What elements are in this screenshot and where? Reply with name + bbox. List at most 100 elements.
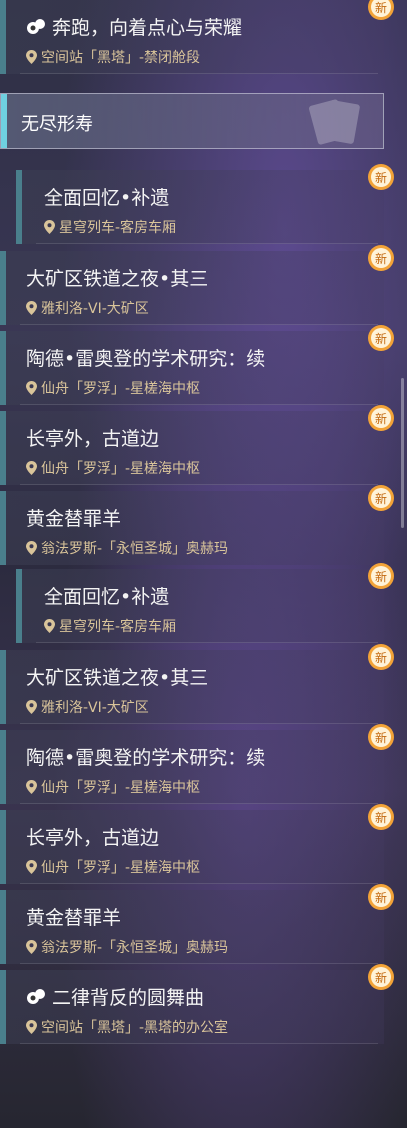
quest-location-row: 星穹列车-客房车厢 bbox=[44, 217, 176, 237]
category-accent-bar bbox=[1, 94, 7, 148]
quest-item[interactable]: 陶德•雷奥登的学术研究：续 仙舟「罗浮」-星槎海中枢 新 bbox=[0, 325, 394, 405]
quest-title-row: 全面回忆•补遗 bbox=[44, 183, 169, 210]
item-accent-bar bbox=[0, 650, 6, 724]
divider bbox=[20, 484, 378, 485]
quest-item[interactable]: 全面回忆•补遗 星穹列车-客房车厢 新 bbox=[16, 164, 394, 244]
quest-location: 雅利洛-VI-大矿区 bbox=[41, 301, 149, 317]
quest-location-row: 翁法罗斯-「永恒圣城」奥赫玛 bbox=[26, 937, 228, 957]
quest-location-row: 雅利洛-VI-大矿区 bbox=[26, 298, 149, 318]
divider bbox=[20, 803, 378, 804]
new-badge-icon: 新 bbox=[368, 724, 394, 750]
location-pin-icon bbox=[26, 301, 37, 315]
item-accent-bar bbox=[0, 890, 6, 964]
quest-location: 仙舟「罗浮」-星槎海中枢 bbox=[41, 780, 201, 796]
item-accent-bar bbox=[0, 251, 6, 325]
quest-title-row: 陶德•雷奥登的学术研究：续 bbox=[26, 344, 265, 371]
quest-location: 空间站「黑塔」-禁闭舱段 bbox=[41, 50, 201, 66]
svg-text:新: 新 bbox=[375, 331, 387, 346]
mission-icon bbox=[27, 988, 45, 1004]
quest-location-row: 仙舟「罗浮」-星槎海中枢 bbox=[26, 458, 200, 478]
quest-location-row: 空间站「黑塔」-禁闭舱段 bbox=[26, 47, 200, 67]
quest-title: 全面回忆•补遗 bbox=[44, 187, 170, 209]
location-pin-icon bbox=[26, 700, 37, 714]
quest-location: 空间站「黑塔」-黑塔的办公室 bbox=[41, 1020, 229, 1036]
quest-item[interactable]: 长亭外，古道边 仙舟「罗浮」-星槎海中枢 新 bbox=[0, 405, 394, 485]
quest-title: 长亭外，古道边 bbox=[26, 428, 160, 450]
svg-text:新: 新 bbox=[375, 170, 387, 185]
new-badge-icon: 新 bbox=[368, 325, 394, 351]
new-badge-icon: 新 bbox=[368, 164, 394, 190]
card-deco-icon bbox=[309, 99, 360, 145]
new-badge-icon: 新 bbox=[368, 245, 394, 271]
category-label: 无尽形寿 bbox=[21, 114, 93, 135]
quest-item[interactable]: 大矿区铁道之夜•其三 雅利洛-VI-大矿区 新 bbox=[0, 245, 394, 325]
quest-title: 二律背反的圆舞曲 bbox=[52, 987, 205, 1009]
svg-text:新: 新 bbox=[375, 251, 387, 266]
quest-location-row: 星穹列车-客房车厢 bbox=[44, 616, 176, 636]
category-header[interactable]: 无尽形寿 bbox=[0, 93, 384, 149]
location-pin-icon bbox=[26, 940, 37, 954]
quest-item[interactable]: 黄金替罪羊 翁法罗斯-「永恒圣城」奥赫玛 新 bbox=[0, 884, 394, 964]
quest-item[interactable]: 奔跑，向着点心与荣耀 空间站「黑塔」-禁闭舱段 新 bbox=[0, 0, 394, 74]
quest-title-row: 奔跑，向着点心与荣耀 bbox=[26, 13, 242, 40]
svg-text:新: 新 bbox=[375, 0, 387, 15]
quest-item[interactable]: 长亭外，古道边 仙舟「罗浮」-星槎海中枢 新 bbox=[0, 804, 394, 884]
quest-location-row: 雅利洛-VI-大矿区 bbox=[26, 697, 149, 717]
location-pin-icon bbox=[26, 50, 37, 64]
quest-item[interactable]: 二律背反的圆舞曲 空间站「黑塔」-黑塔的办公室 新 bbox=[0, 964, 394, 1044]
svg-text:新: 新 bbox=[375, 569, 387, 584]
quest-title: 大矿区铁道之夜•其三 bbox=[26, 268, 209, 290]
svg-text:新: 新 bbox=[375, 491, 387, 506]
divider bbox=[20, 73, 378, 74]
quest-item[interactable]: 陶德•雷奥登的学术研究：续 仙舟「罗浮」-星槎海中枢 新 bbox=[0, 724, 394, 804]
divider bbox=[20, 404, 378, 405]
new-badge-icon: 新 bbox=[368, 644, 394, 670]
quest-title: 全面回忆•补遗 bbox=[44, 586, 170, 608]
divider bbox=[36, 642, 378, 643]
quest-title-row: 长亭外，古道边 bbox=[26, 823, 159, 850]
mission-icon bbox=[27, 18, 45, 34]
divider bbox=[36, 243, 378, 244]
item-accent-bar bbox=[16, 569, 22, 643]
quest-location-row: 翁法罗斯-「永恒圣城」奥赫玛 bbox=[26, 538, 228, 558]
quest-location: 星穹列车-客房车厢 bbox=[59, 619, 177, 635]
new-badge-icon: 新 bbox=[368, 0, 394, 20]
quest-item[interactable]: 全面回忆•补遗 星穹列车-客房车厢 新 bbox=[16, 563, 394, 643]
quest-location: 翁法罗斯-「永恒圣城」奥赫玛 bbox=[41, 940, 229, 956]
quest-title-row: 黄金替罪羊 bbox=[26, 504, 121, 531]
location-pin-icon bbox=[26, 1020, 37, 1034]
svg-text:新: 新 bbox=[375, 650, 387, 665]
quest-title: 陶德•雷奥登的学术研究：续 bbox=[26, 348, 266, 370]
location-pin-icon bbox=[26, 461, 37, 475]
location-pin-icon bbox=[44, 220, 55, 234]
quest-location: 仙舟「罗浮」-星槎海中枢 bbox=[41, 381, 201, 397]
quest-title: 大矿区铁道之夜•其三 bbox=[26, 667, 209, 689]
quest-title-row: 长亭外，古道边 bbox=[26, 424, 159, 451]
svg-text:新: 新 bbox=[375, 730, 387, 745]
quest-title-row: 大矿区铁道之夜•其三 bbox=[26, 264, 208, 291]
quest-title-row: 全面回忆•补遗 bbox=[44, 582, 169, 609]
quest-title-row: 二律背反的圆舞曲 bbox=[26, 983, 204, 1010]
quest-title: 长亭外，古道边 bbox=[26, 827, 160, 849]
divider bbox=[20, 1043, 378, 1044]
new-badge-icon: 新 bbox=[368, 563, 394, 589]
svg-text:新: 新 bbox=[375, 890, 387, 905]
new-badge-icon: 新 bbox=[368, 884, 394, 910]
item-accent-bar bbox=[0, 491, 6, 565]
item-accent-bar bbox=[0, 331, 6, 405]
divider bbox=[20, 324, 378, 325]
item-accent-bar bbox=[16, 170, 22, 244]
quest-location: 仙舟「罗浮」-星槎海中枢 bbox=[41, 860, 201, 876]
item-accent-bar bbox=[0, 970, 6, 1044]
new-badge-icon: 新 bbox=[368, 485, 394, 511]
new-badge-icon: 新 bbox=[368, 964, 394, 990]
svg-text:新: 新 bbox=[375, 411, 387, 426]
quest-location: 翁法罗斯-「永恒圣城」奥赫玛 bbox=[41, 541, 229, 557]
quest-item[interactable]: 大矿区铁道之夜•其三 雅利洛-VI-大矿区 新 bbox=[0, 644, 394, 724]
scrollbar[interactable] bbox=[401, 378, 404, 528]
quest-title: 黄金替罪羊 bbox=[26, 508, 122, 530]
quest-item[interactable]: 黄金替罪羊 翁法罗斯-「永恒圣城」奥赫玛 新 bbox=[0, 485, 394, 565]
quest-title: 陶德•雷奥登的学术研究：续 bbox=[26, 747, 266, 769]
quest-location: 星穹列车-客房车厢 bbox=[59, 220, 177, 236]
item-accent-bar bbox=[0, 810, 6, 884]
